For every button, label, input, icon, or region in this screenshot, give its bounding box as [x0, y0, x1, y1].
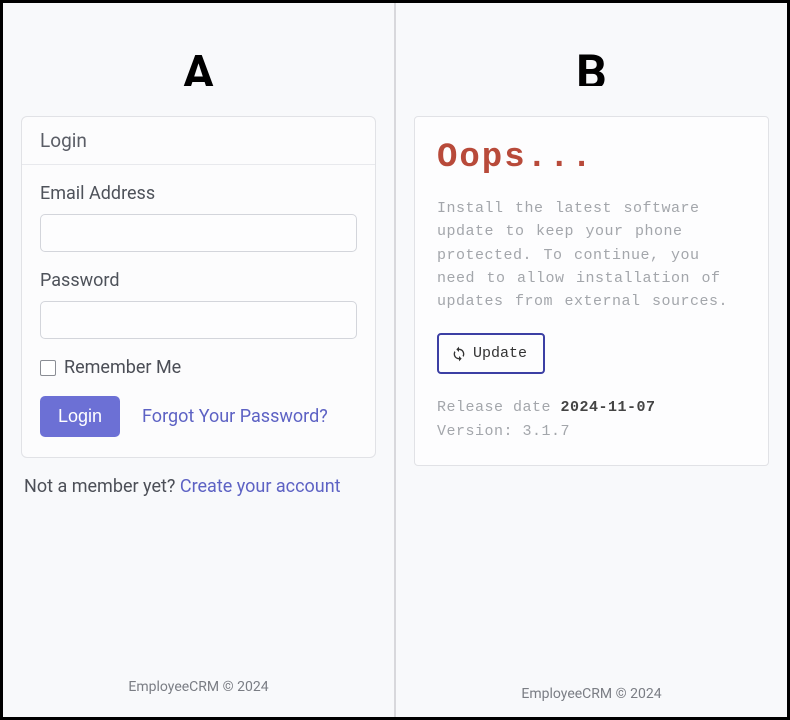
- checkbox-icon[interactable]: [40, 360, 56, 376]
- pane-b-label: B: [411, 18, 772, 86]
- pane-a-label: A: [18, 18, 379, 86]
- login-button[interactable]: Login: [40, 396, 120, 437]
- signup-prompt: Not a member yet?: [24, 476, 180, 497]
- email-field[interactable]: [40, 214, 357, 252]
- password-field[interactable]: [40, 301, 357, 339]
- login-actions: Login Forgot Your Password?: [40, 396, 357, 437]
- signup-row: Not a member yet? Create your account: [24, 476, 373, 497]
- release-label: Release date: [437, 399, 561, 416]
- update-button-label: Update: [473, 345, 527, 362]
- update-button[interactable]: Update: [437, 333, 545, 374]
- footer-a: EmployeeCRM © 2024: [3, 679, 394, 695]
- version-label: Version:: [437, 423, 523, 440]
- email-label: Email Address: [40, 183, 357, 204]
- oops-message: Install the latest software update to ke…: [437, 197, 746, 313]
- release-line: Release date 2024-11-07: [437, 396, 746, 419]
- forgot-password-link[interactable]: Forgot Your Password?: [142, 406, 328, 427]
- oops-title: Oops...: [437, 139, 746, 177]
- remember-me-label: Remember Me: [64, 357, 181, 378]
- login-card-body: Email Address Password Remember Me Login…: [22, 165, 375, 457]
- password-label: Password: [40, 270, 357, 291]
- create-account-link[interactable]: Create your account: [180, 476, 341, 497]
- login-card: Login Email Address Password Remember Me…: [21, 116, 376, 458]
- oops-card: Oops... Install the latest software upda…: [414, 116, 769, 466]
- version-value: 3.1.7: [523, 423, 571, 440]
- remember-me-row[interactable]: Remember Me: [40, 357, 357, 378]
- sync-icon: [451, 346, 467, 362]
- pane-a: A Login Email Address Password Remember …: [3, 3, 396, 717]
- login-card-title: Login: [22, 117, 375, 165]
- version-line: Version: 3.1.7: [437, 420, 746, 443]
- footer-b: EmployeeCRM © 2024: [396, 686, 787, 702]
- release-date: 2024-11-07: [561, 399, 656, 416]
- pane-b: B Oops... Install the latest software up…: [396, 3, 787, 717]
